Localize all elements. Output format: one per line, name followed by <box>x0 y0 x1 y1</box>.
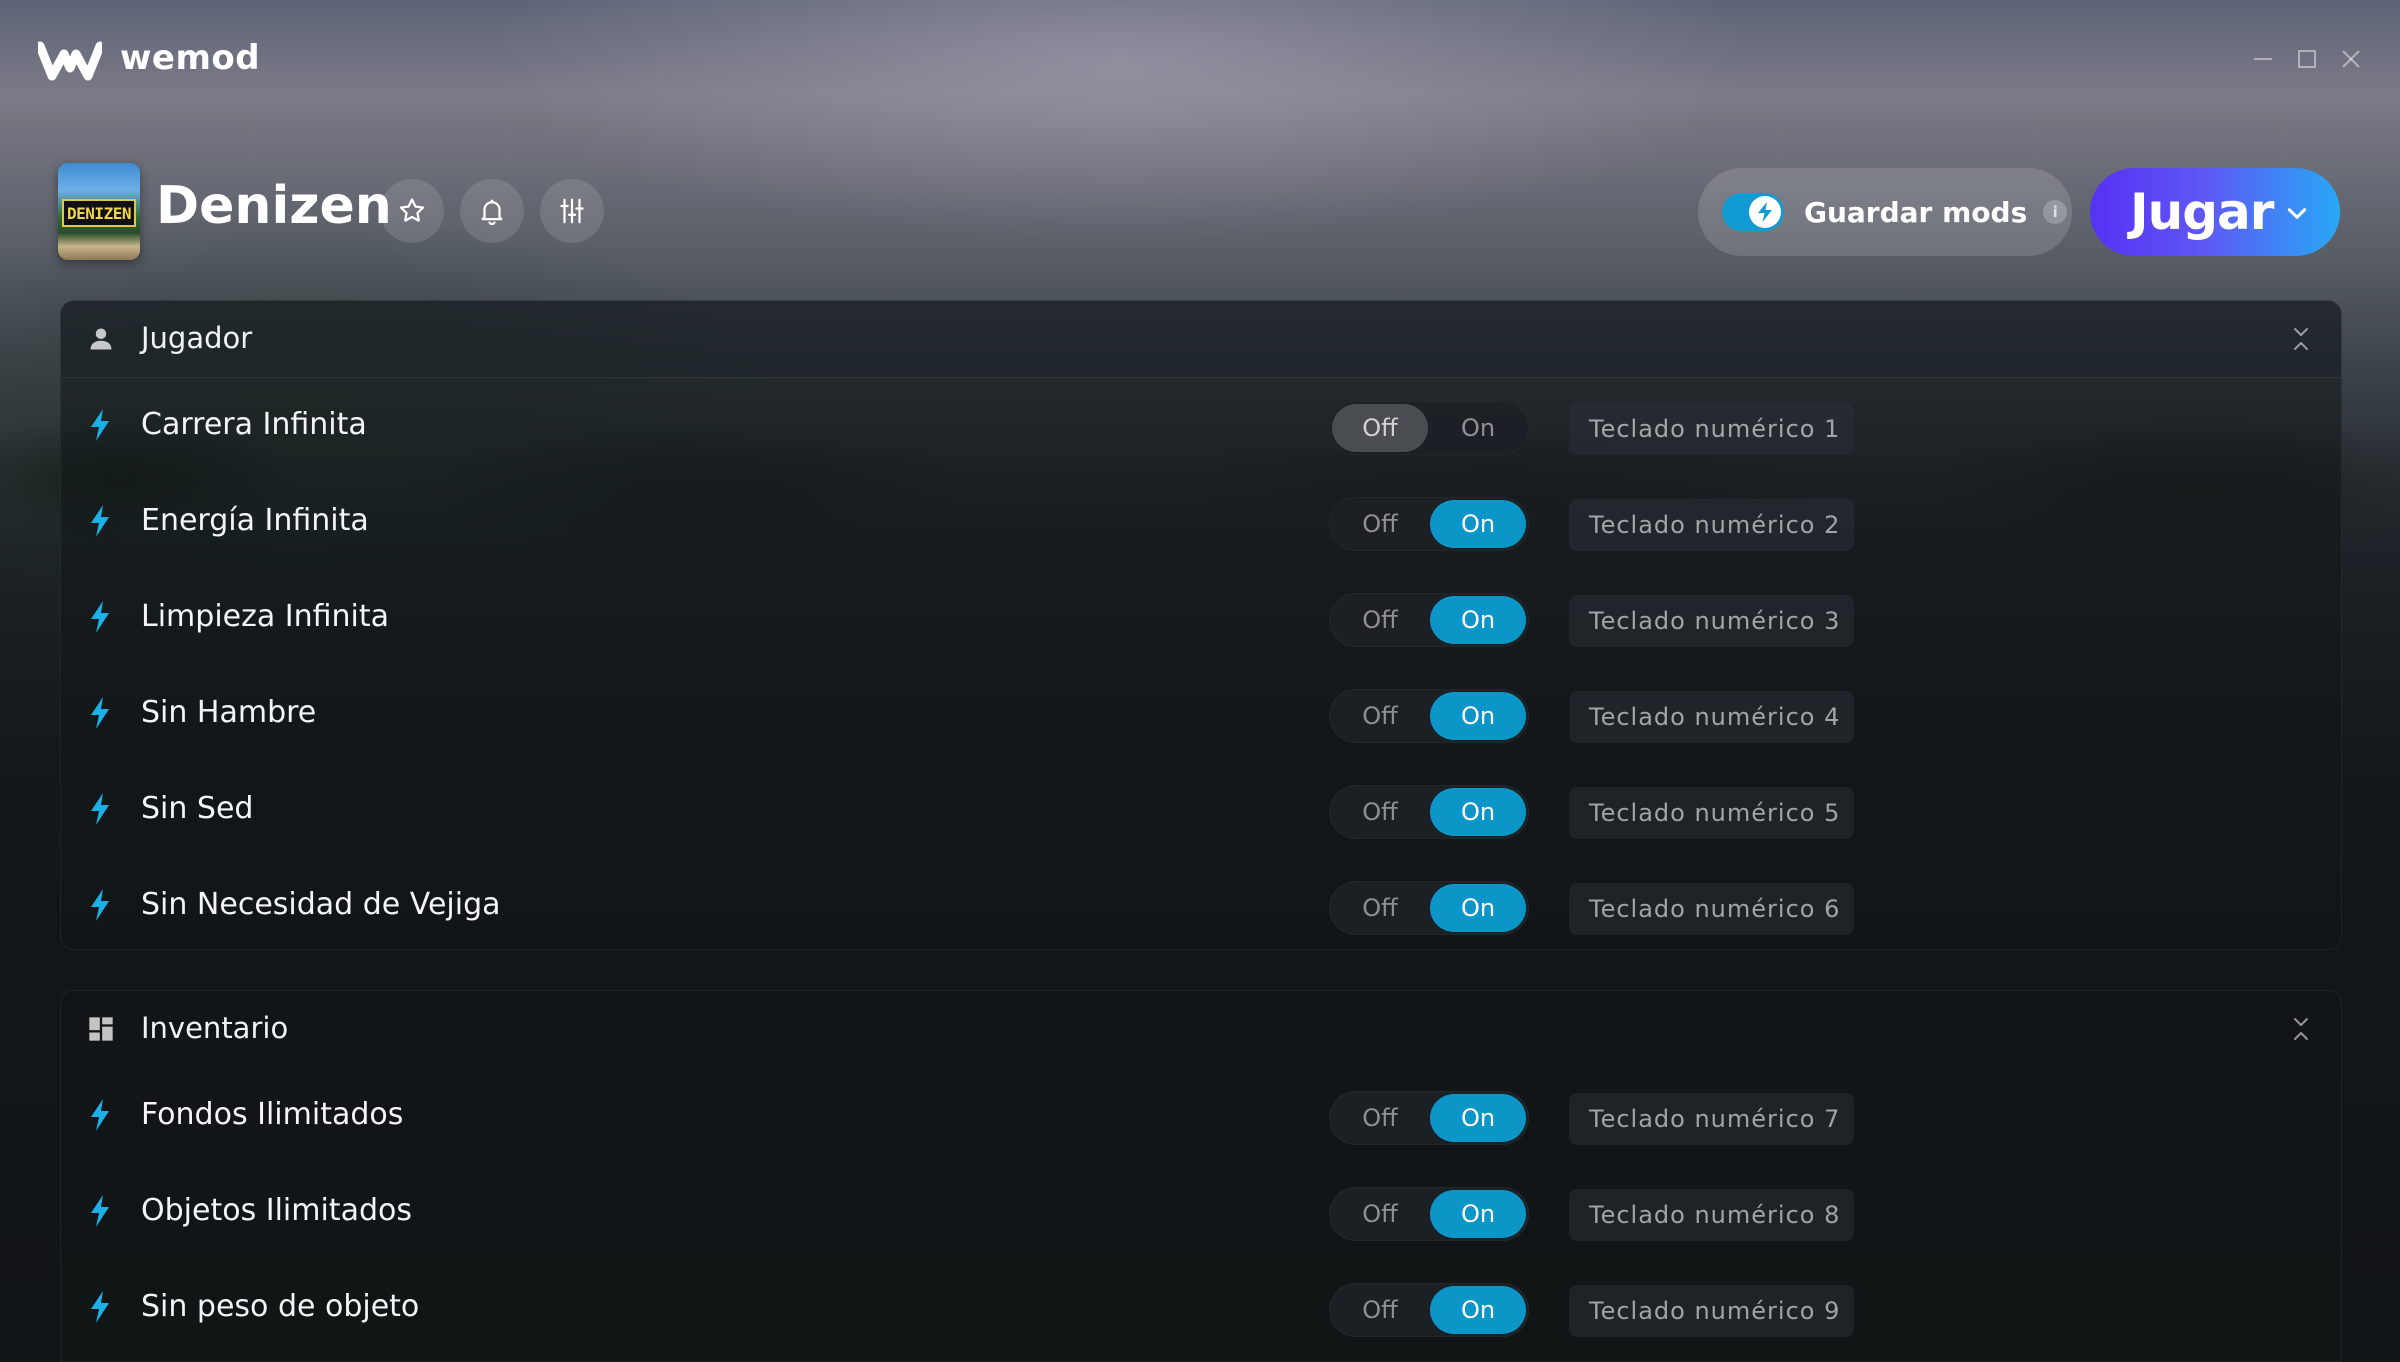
bolt-icon <box>91 1195 109 1227</box>
star-icon <box>399 198 425 222</box>
mod-name: Energía Infinita <box>141 503 369 538</box>
bolt-icon <box>91 409 109 441</box>
hotkey-button[interactable]: Teclado numérico 5 <box>1569 787 1855 839</box>
mod-toggle[interactable]: Off On <box>1329 1283 1529 1337</box>
mod-toggle[interactable]: Off On <box>1329 785 1529 839</box>
mod-name: Sin Necesidad de Vejiga <box>141 887 501 922</box>
minimize-icon[interactable] <box>2248 44 2278 74</box>
toggle-on-option[interactable]: On <box>1430 1094 1526 1142</box>
notifications-button[interactable] <box>460 179 524 243</box>
save-mods-knob <box>1749 196 1781 228</box>
save-mods-toggle[interactable] <box>1722 193 1784 231</box>
toggle-on-option[interactable]: On <box>1430 596 1526 644</box>
mod-toggle[interactable]: Off On <box>1329 1187 1529 1241</box>
toggle-off-option[interactable]: Off <box>1332 404 1428 452</box>
mod-row: Sin peso de objeto Off On Teclado numérico … <box>61 1259 2341 1355</box>
mod-name: Fondos Ilimitados <box>141 1097 404 1132</box>
mod-row: Carrera Infinita Off On Teclado numérico 1 <box>61 377 2341 473</box>
toggle-on-option[interactable]: On <box>1430 692 1526 740</box>
hotkey-button[interactable]: Teclado numérico 2 <box>1569 499 1855 551</box>
mod-row: Fondos Ilimitados Off On Teclado numérico 7 <box>61 1067 2341 1163</box>
toggle-off-option[interactable]: Off <box>1332 596 1428 644</box>
toggle-on-option[interactable]: On <box>1430 788 1526 836</box>
toggle-on-option[interactable]: On <box>1430 884 1526 932</box>
hotkey-button[interactable]: Teclado numérico 8 <box>1569 1189 1855 1241</box>
save-mods-label: Guardar mods <box>1804 195 2028 229</box>
hotkey-button[interactable]: Teclado numérico 1 <box>1569 403 1855 455</box>
info-icon[interactable]: i <box>2043 200 2068 224</box>
section-title: Jugador <box>141 321 253 355</box>
bolt-icon <box>91 1291 109 1323</box>
mod-row: Sin Sed Off On Teclado numérico 5 <box>61 761 2341 857</box>
mod-name: Limpieza Infinita <box>141 599 390 634</box>
mod-row: Energía Infinita Off On Teclado numérico 2 <box>61 473 2341 569</box>
title-bar: wemod <box>0 0 2400 120</box>
play-button[interactable]: Jugar <box>2090 168 2340 256</box>
collapse-icon[interactable] <box>2289 1015 2313 1043</box>
grid-icon <box>89 1017 113 1041</box>
bolt-icon <box>91 601 109 633</box>
mod-toggle[interactable]: Off On <box>1329 401 1529 455</box>
section-title: Inventario <box>141 1011 289 1045</box>
bolt-icon <box>91 697 109 729</box>
mod-toggle[interactable]: Off On <box>1329 881 1529 935</box>
wemod-logo-icon <box>38 41 102 81</box>
game-title: Denizen <box>156 176 392 236</box>
toggle-off-option[interactable]: Off <box>1332 1286 1428 1334</box>
game-settings-button[interactable] <box>540 179 604 243</box>
bell-icon <box>481 199 503 226</box>
mod-row: Sin Hambre Off On Teclado numérico 4 <box>61 665 2341 761</box>
bolt-icon <box>91 889 109 921</box>
toggle-off-option[interactable]: Off <box>1332 884 1428 932</box>
bolt-icon <box>91 505 109 537</box>
section-header[interactable]: Inventario <box>61 991 2341 1067</box>
hotkey-button[interactable]: Teclado numérico 7 <box>1569 1093 1855 1145</box>
save-mods-control[interactable]: Guardar mods i <box>1698 168 2072 256</box>
toggle-off-option[interactable]: Off <box>1332 788 1428 836</box>
toggle-on-option[interactable]: On <box>1430 500 1526 548</box>
mod-row: Limpieza Infinita Off On Teclado numérico 3 <box>61 569 2341 665</box>
toggle-off-option[interactable]: Off <box>1332 1190 1428 1238</box>
section-inventario: Inventario Fondos Ilimitados Off On Teclado… <box>60 990 2342 1362</box>
bolt-icon <box>91 1099 109 1131</box>
mod-toggle[interactable]: Off On <box>1329 689 1529 743</box>
person-icon <box>90 328 112 350</box>
mod-toggle[interactable]: Off On <box>1329 593 1529 647</box>
toggle-off-option[interactable]: Off <box>1332 1094 1428 1142</box>
toggle-on-option[interactable]: On <box>1430 1190 1526 1238</box>
chevron-down-icon[interactable] <box>2284 200 2310 226</box>
close-icon[interactable] <box>2336 44 2366 74</box>
app-name: wemod <box>120 38 261 78</box>
toggle-off-option[interactable]: Off <box>1332 500 1428 548</box>
game-thumbnail-label: DENIZEN <box>62 199 136 227</box>
hotkey-button[interactable]: Teclado numérico 9 <box>1569 1285 1855 1337</box>
toggle-off-option[interactable]: Off <box>1332 692 1428 740</box>
section-jugador: Jugador Carrera Infinita Off On Teclado num… <box>60 300 2342 950</box>
mod-row: Sin Necesidad de Vejiga Off On Teclado numé… <box>61 857 2341 953</box>
bolt-icon <box>91 793 109 825</box>
mod-name: Sin Hambre <box>141 695 317 730</box>
mod-toggle[interactable]: Off On <box>1329 497 1529 551</box>
mod-toggle[interactable]: Off On <box>1329 1091 1529 1145</box>
hotkey-button[interactable]: Teclado numérico 6 <box>1569 883 1855 935</box>
collapse-icon[interactable] <box>2289 325 2313 353</box>
mod-name: Objetos Ilimitados <box>141 1193 412 1228</box>
mod-row: Objetos Ilimitados Off On Teclado numérico … <box>61 1163 2341 1259</box>
section-header[interactable]: Jugador <box>61 301 2341 378</box>
sliders-icon <box>560 198 584 224</box>
game-thumbnail: DENIZEN <box>58 163 140 260</box>
hotkey-button[interactable]: Teclado numérico 3 <box>1569 595 1855 647</box>
mod-name: Carrera Infinita <box>141 407 367 442</box>
maximize-icon[interactable] <box>2292 44 2322 74</box>
play-label: Jugar <box>2130 183 2274 241</box>
hotkey-button[interactable]: Teclado numérico 4 <box>1569 691 1855 743</box>
toggle-on-option[interactable]: On <box>1430 404 1526 452</box>
toggle-on-option[interactable]: On <box>1430 1286 1526 1334</box>
mod-name: Sin peso de objeto <box>141 1289 420 1324</box>
bolt-icon <box>1758 202 1772 222</box>
favorite-button[interactable] <box>380 179 444 243</box>
mod-name: Sin Sed <box>141 791 254 826</box>
